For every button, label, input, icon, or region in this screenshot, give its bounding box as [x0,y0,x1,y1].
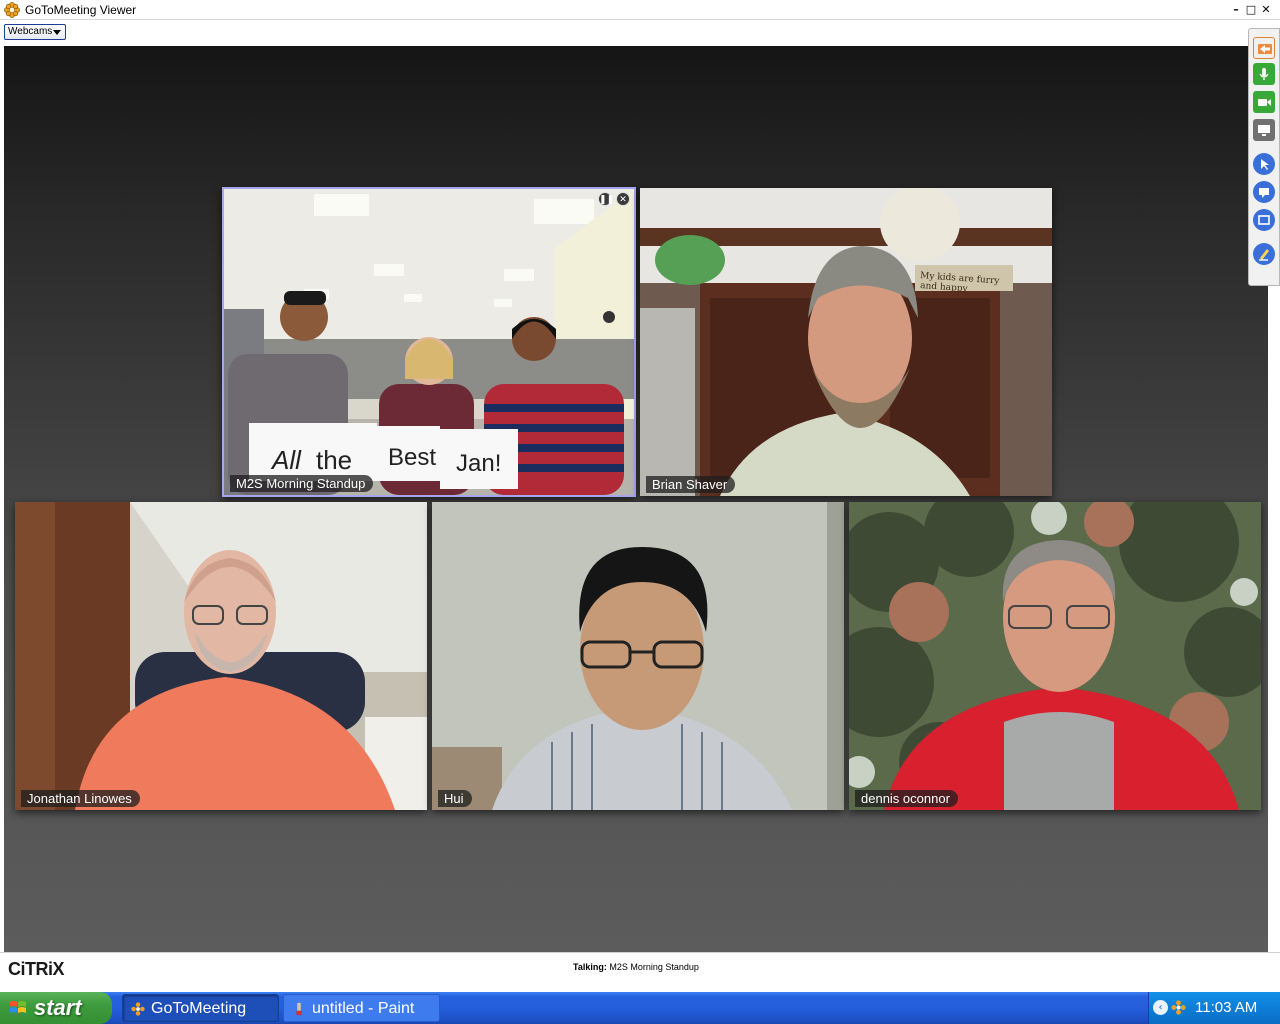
citrix-logo: CiTRiX [8,959,65,979]
clock: 11:03 AM [1195,999,1258,1016]
control-panel [1248,28,1280,286]
tile-name-label: Jonathan Linowes [21,790,140,807]
taskbar-item-gotomeeting[interactable]: GoToMeeting [122,994,279,1022]
drawing-tool-icon[interactable] [1253,243,1275,265]
sign-word-3: Best [388,444,436,471]
screen-share-icon[interactable] [1253,119,1275,141]
chevron-down-icon [53,30,61,35]
webcam-tile-jonathan-linowes[interactable]: Jonathan Linowes [15,502,427,810]
chat-icon[interactable] [1253,181,1275,203]
maximize-icon[interactable]: □ [1244,3,1258,17]
sign-word-1: All [270,445,302,475]
pause-icon[interactable]: ❚❚ [598,192,614,206]
webcam-video-feed: My kids are furry and happy [640,188,1052,496]
talking-label: Talking: [573,962,607,972]
webcams-dropdown[interactable]: Webcams [4,24,66,40]
tray-expand-icon[interactable]: ‹ [1153,1000,1168,1015]
webcam-tile-brian-shaver[interactable]: My kids are furry and happy Brian Shaver [640,188,1052,496]
webcam-stage: All the Best Jan! ❚❚ ✕ M2S Morning Stand… [4,46,1268,952]
pointer-icon[interactable] [1253,153,1275,175]
viewer-toolbar: Webcams [0,20,1280,46]
close-circle-icon[interactable]: ✕ [616,192,630,206]
tile-name-label: dennis oconnor [855,790,958,807]
sign-word-4: Jan! [456,450,501,477]
status-bar: CiTRiX Talking: M2S Morning Standup [0,952,1280,988]
fullscreen-icon[interactable] [1253,209,1275,231]
gotomeeting-logo-icon [4,2,20,18]
windows-taskbar: start GoToMeeting untitled - Paint ‹ 11:… [0,992,1280,1024]
microphone-icon[interactable] [1253,63,1275,85]
tile-name-label: Hui [438,790,472,807]
webcam-tile-dennis-oconnor[interactable]: dennis oconnor [849,502,1261,810]
webcam-video-feed: All the Best Jan! [224,189,634,495]
close-icon[interactable]: ✕ [1259,3,1273,17]
taskbar-item-label: GoToMeeting [151,1000,247,1017]
window-titlebar: GoToMeeting Viewer – □ ✕ [0,0,1280,20]
talking-value: M2S Morning Standup [609,962,699,972]
talking-indicator: Talking: M2S Morning Standup [573,962,699,972]
webcam-tile-m2s-morning-standup[interactable]: All the Best Jan! ❚❚ ✕ M2S Morning Stand… [222,187,636,497]
system-tray: ‹ 11:03 AM [1148,992,1280,1024]
gotomeeting-tray-icon[interactable] [1171,1000,1186,1015]
start-label: start [34,995,82,1020]
windows-flag-icon [10,1001,26,1013]
paint-icon [296,1002,302,1016]
sign-word-2: the [316,445,352,475]
taskbar-item-label: untitled - Paint [312,1000,415,1017]
tile-name-label: M2S Morning Standup [230,475,374,492]
webcam-icon[interactable] [1253,91,1275,113]
webcam-video-feed [15,502,427,810]
webcam-tile-hui[interactable]: Hui [432,502,844,810]
webcam-video-feed [432,502,844,810]
webcam-video-feed [849,502,1261,810]
minimize-icon[interactable]: – [1229,3,1243,17]
start-button[interactable]: start [0,992,112,1024]
exit-arrow-icon[interactable] [1253,37,1275,59]
tile-name-label: Brian Shaver [646,476,736,493]
webcams-label: Webcams [8,26,53,37]
window-title: GoToMeeting Viewer [25,3,137,17]
gotomeeting-logo-icon [131,1002,145,1016]
taskbar-item-paint[interactable]: untitled - Paint [283,994,440,1022]
